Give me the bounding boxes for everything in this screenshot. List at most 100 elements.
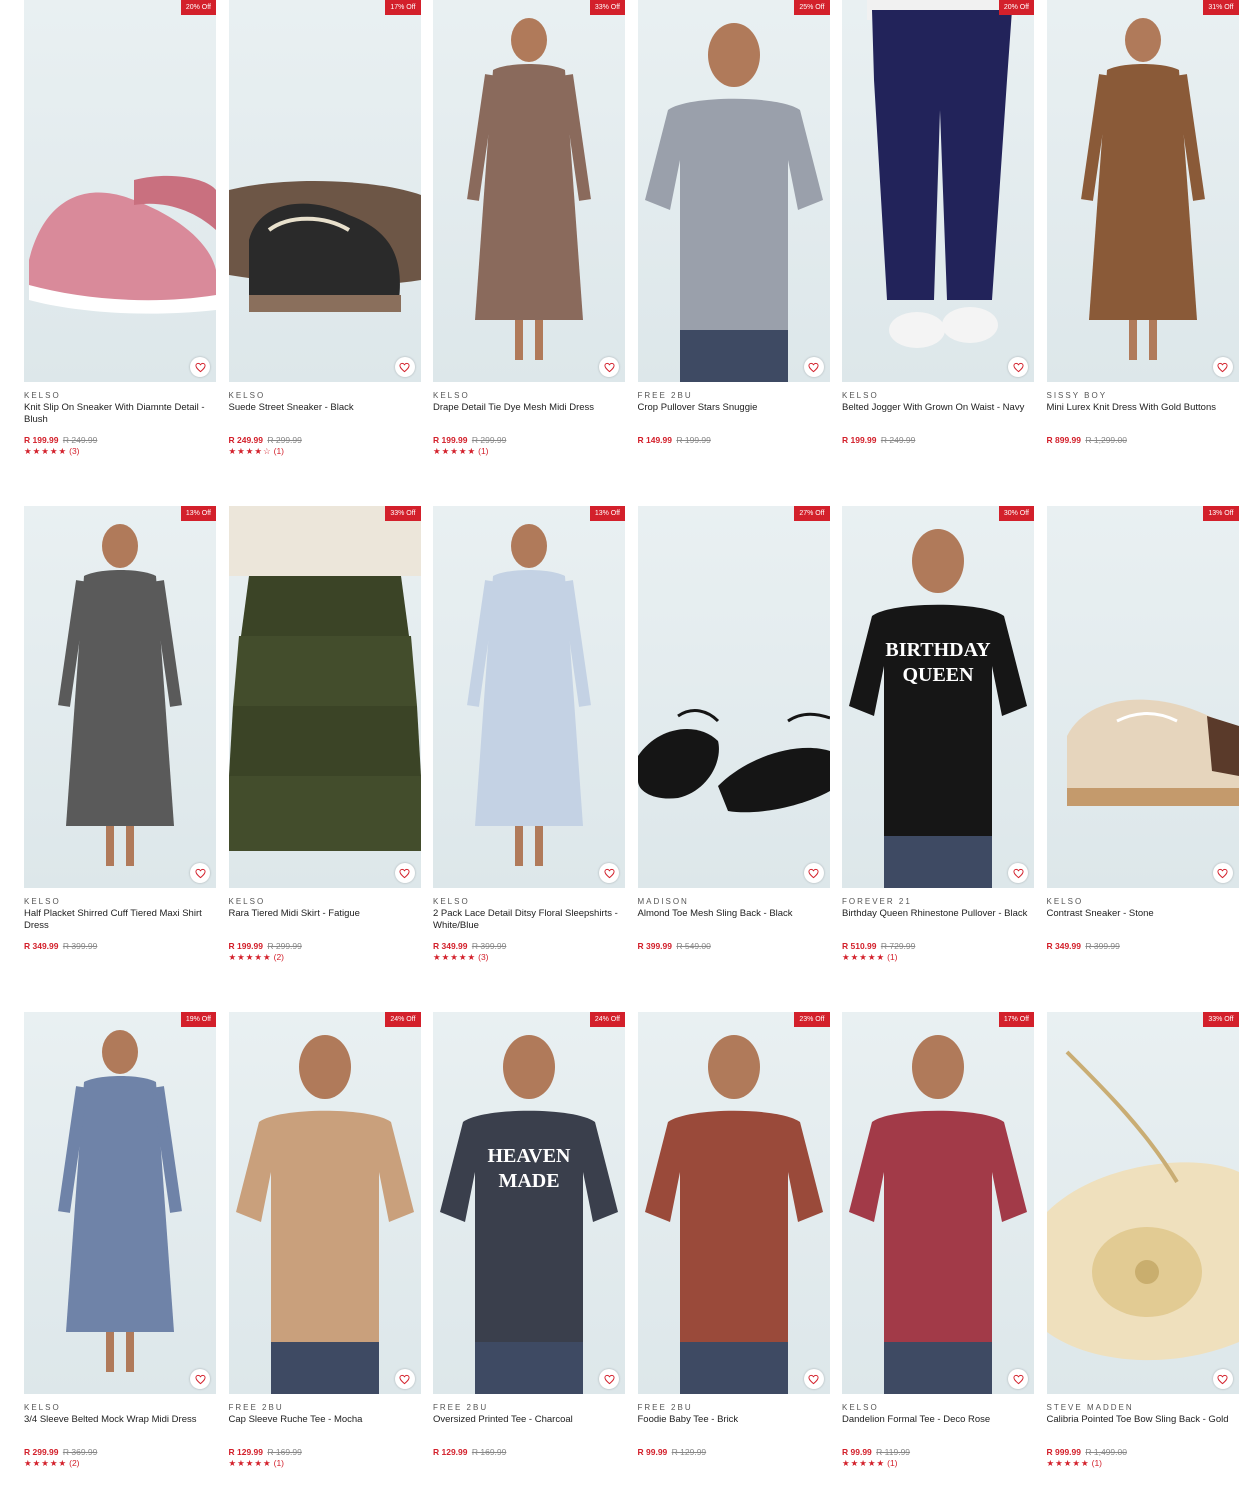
product-card[interactable]: 27% Off MADISON Almond Toe Mesh Sling Ba… bbox=[637, 506, 830, 986]
review-count: (1) bbox=[273, 446, 284, 456]
product-brand: KELSO bbox=[228, 391, 266, 400]
discount-badge: 20% Off bbox=[180, 0, 216, 15]
product-name[interactable]: Cap Sleeve Ruche Tee - Mocha bbox=[229, 1414, 421, 1426]
product-card[interactable]: 17% Off KELSO Dandelion Formal Tee - Dec… bbox=[842, 1012, 1034, 1492]
product-image[interactable]: BIRTHDAY QUEEN 30% Off bbox=[842, 506, 1034, 888]
discount-badge: 25% Off bbox=[794, 0, 830, 15]
wishlist-heart-icon[interactable] bbox=[1212, 1369, 1233, 1389]
product-price: R 299.99 R 369.99 bbox=[24, 1447, 97, 1457]
product-brand: SISSY BOY bbox=[1046, 391, 1108, 400]
product-card[interactable]: 20% Off KELSO Belted Jogger With Grown O… bbox=[842, 0, 1034, 480]
wishlist-heart-icon[interactable] bbox=[190, 1369, 210, 1389]
stars-icon: ★★★★★ bbox=[1046, 1458, 1090, 1468]
review-count: (1) bbox=[273, 1458, 284, 1468]
star-rating: ★★★★★ (2) bbox=[24, 1458, 80, 1469]
product-brand: KELSO bbox=[228, 897, 266, 906]
product-card[interactable]: 13% Off KELSO 2 Pack Lace Detail Ditsy F… bbox=[433, 506, 625, 986]
product-card[interactable]: 24% Off FREE 2BU Cap Sleeve Ruche Tee - … bbox=[228, 1012, 421, 1492]
wishlist-heart-icon[interactable] bbox=[190, 863, 210, 883]
product-image[interactable]: 33% Off bbox=[228, 506, 421, 888]
wishlist-heart-icon[interactable] bbox=[1212, 863, 1233, 883]
product-card[interactable]: 13% Off KELSO Half Placket Shirred Cuff … bbox=[24, 506, 216, 986]
product-brand: FREE 2BU bbox=[637, 391, 693, 400]
product-image[interactable]: 27% Off bbox=[637, 506, 830, 888]
product-card[interactable]: 19% Off KELSO 3/4 Sleeve Belted Mock Wra… bbox=[24, 1012, 216, 1492]
original-price: R 299.99 bbox=[267, 435, 302, 445]
product-name[interactable]: Calibria Pointed Toe Bow Sling Back - Go… bbox=[1047, 1414, 1239, 1426]
current-price: R 249.99 bbox=[228, 435, 264, 445]
product-name[interactable]: Half Placket Shirred Cuff Tiered Maxi Sh… bbox=[24, 908, 216, 931]
product-image[interactable]: 20% Off bbox=[24, 0, 216, 382]
review-count: (2) bbox=[69, 1458, 80, 1468]
product-image[interactable]: 25% Off bbox=[637, 0, 830, 382]
wishlist-heart-icon[interactable] bbox=[803, 357, 824, 377]
product-name[interactable]: Foodie Baby Tee - Brick bbox=[638, 1414, 830, 1426]
product-card[interactable]: 25% Off FREE 2BU Crop Pullover Stars Snu… bbox=[637, 0, 830, 480]
discount-badge: 33% Off bbox=[589, 0, 625, 15]
product-image[interactable]: 19% Off bbox=[24, 1012, 216, 1394]
current-price: R 199.99 bbox=[842, 435, 877, 445]
product-name[interactable]: Knit Slip On Sneaker With Diamnte Detail… bbox=[24, 402, 216, 425]
wishlist-heart-icon[interactable] bbox=[599, 1369, 619, 1389]
product-card[interactable]: 23% Off FREE 2BU Foodie Baby Tee - Brick… bbox=[637, 1012, 830, 1492]
product-card[interactable]: HEAVEN MADE 24% Off FREE 2BU Oversized Pr… bbox=[433, 1012, 625, 1492]
product-name[interactable]: 2 Pack Lace Detail Ditsy Floral Sleepshi… bbox=[433, 908, 625, 931]
product-card[interactable]: 33% Off KELSO Drape Detail Tie Dye Mesh … bbox=[433, 0, 625, 480]
wishlist-heart-icon[interactable] bbox=[1008, 1369, 1028, 1389]
product-name[interactable]: Almond Toe Mesh Sling Back - Black bbox=[638, 908, 830, 920]
product-name[interactable]: Birthday Queen Rhinestone Pullover - Bla… bbox=[842, 908, 1034, 920]
product-brand: KELSO bbox=[24, 897, 61, 906]
product-name[interactable]: Dandelion Formal Tee - Deco Rose bbox=[842, 1414, 1034, 1426]
wishlist-heart-icon[interactable] bbox=[394, 1369, 415, 1389]
wishlist-heart-icon[interactable] bbox=[599, 357, 619, 377]
discount-badge: 23% Off bbox=[794, 1012, 830, 1027]
review-count: (1) bbox=[887, 1458, 898, 1468]
wishlist-heart-icon[interactable] bbox=[190, 357, 210, 377]
product-image[interactable]: 33% Off bbox=[433, 0, 625, 382]
product-image[interactable]: 17% Off bbox=[842, 1012, 1034, 1394]
discount-badge: 13% Off bbox=[589, 506, 625, 521]
product-image[interactable]: 33% Off bbox=[1046, 1012, 1239, 1394]
product-name[interactable]: 3/4 Sleeve Belted Mock Wrap Midi Dress bbox=[24, 1414, 216, 1426]
product-name[interactable]: Drape Detail Tie Dye Mesh Midi Dress bbox=[433, 402, 625, 414]
product-image[interactable]: HEAVEN MADE 24% Off bbox=[433, 1012, 625, 1394]
product-card[interactable]: 33% Off KELSO Rara Tiered Midi Skirt - F… bbox=[228, 506, 421, 986]
product-image[interactable]: 31% Off bbox=[1046, 0, 1239, 382]
wishlist-heart-icon[interactable] bbox=[599, 863, 619, 883]
review-count: (3) bbox=[69, 446, 80, 456]
product-card[interactable]: 17% Off KELSO Suede Street Sneaker - Bla… bbox=[228, 0, 421, 480]
product-image[interactable]: 24% Off bbox=[228, 1012, 421, 1394]
wishlist-heart-icon[interactable] bbox=[394, 863, 415, 883]
product-card[interactable]: BIRTHDAY QUEEN 30% Off FOREVER 21 Birthda… bbox=[842, 506, 1034, 986]
wishlist-heart-icon[interactable] bbox=[1212, 357, 1233, 377]
product-image[interactable]: 13% Off bbox=[433, 506, 625, 888]
product-price: R 149.99 R 199.99 bbox=[638, 435, 711, 445]
product-card[interactable]: 20% Off KELSO Knit Slip On Sneaker With … bbox=[24, 0, 216, 480]
product-image[interactable]: 13% Off bbox=[24, 506, 216, 888]
product-image[interactable]: 20% Off bbox=[842, 0, 1034, 382]
current-price: R 349.99 bbox=[1046, 941, 1082, 951]
product-image[interactable]: 13% Off bbox=[1046, 506, 1239, 888]
product-image[interactable]: 23% Off bbox=[637, 1012, 830, 1394]
product-name[interactable]: Crop Pullover Stars Snuggie bbox=[638, 402, 830, 414]
wishlist-heart-icon[interactable] bbox=[1008, 863, 1028, 883]
product-name[interactable]: Mini Lurex Knit Dress With Gold Buttons bbox=[1047, 402, 1239, 414]
product-card[interactable]: 13% Off KELSO Contrast Sneaker - Stone R… bbox=[1046, 506, 1239, 986]
product-image[interactable]: 17% Off bbox=[228, 0, 421, 382]
product-brand: FREE 2BU bbox=[228, 1403, 284, 1412]
product-card[interactable]: 31% Off SISSY BOY Mini Lurex Knit Dress … bbox=[1046, 0, 1239, 480]
product-name[interactable]: Contrast Sneaker - Stone bbox=[1047, 908, 1239, 920]
product-brand: KELSO bbox=[842, 391, 879, 400]
wishlist-heart-icon[interactable] bbox=[803, 863, 824, 883]
product-card[interactable]: 33% Off STEVE MADDEN Calibria Pointed To… bbox=[1046, 1012, 1239, 1492]
svg-text:QUEEN: QUEEN bbox=[902, 664, 974, 686]
stars-icon: ★★★★★ bbox=[228, 1458, 272, 1468]
review-count: (1) bbox=[1091, 1458, 1102, 1468]
wishlist-heart-icon[interactable] bbox=[803, 1369, 824, 1389]
wishlist-heart-icon[interactable] bbox=[1008, 357, 1028, 377]
product-name[interactable]: Belted Jogger With Grown On Waist - Navy bbox=[842, 402, 1034, 414]
product-name[interactable]: Rara Tiered Midi Skirt - Fatigue bbox=[229, 908, 421, 920]
product-name[interactable]: Suede Street Sneaker - Black bbox=[229, 402, 421, 414]
product-name[interactable]: Oversized Printed Tee - Charcoal bbox=[433, 1414, 625, 1426]
wishlist-heart-icon[interactable] bbox=[394, 357, 415, 377]
